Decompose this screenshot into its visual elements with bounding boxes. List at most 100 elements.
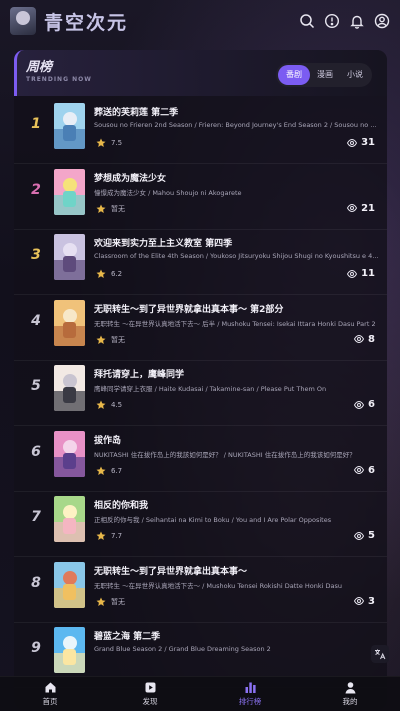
alternate-titles: 正相反的你与我 / Seihantai na Kimi to Boku / Yo… [94,516,332,524]
star-icon [96,531,106,540]
search-icon[interactable] [299,13,315,29]
rating-value: 6.7 [111,466,123,475]
tab-novel[interactable]: 小说 [340,65,370,85]
cover-image[interactable] [54,103,85,149]
star-icon [96,335,106,344]
rank-number: 6 [31,443,41,460]
translate-button[interactable] [371,645,389,663]
rating: 6.2 [96,269,122,279]
view-count: 5 [354,530,375,541]
eye-icon [354,531,365,540]
anime-title[interactable]: 碧蓝之海 第二季 [94,629,380,642]
view-count: 6 [354,465,375,476]
cover-image[interactable] [54,430,85,477]
eye-icon [347,269,358,278]
nav-ranking[interactable]: 排行榜 [220,681,280,707]
panel-title: 周榜 [26,60,53,75]
alternate-titles: 无职转生 ～在异世界认真地活下去～ 后半 / Mushoku Tensei: I… [94,319,376,328]
cover-image[interactable] [54,168,85,215]
profile-icon [345,682,355,694]
ranking-row[interactable]: 4 无职转生～到了异世界就拿出真本事～ 第2部分无职转生 ～在异世界认真地活下去～… [14,299,387,361]
nav-home[interactable]: 首页 [20,681,80,707]
alternate-titles: Grand Blue Season 2 / Grand Blue Dreamin… [94,645,271,653]
eye-icon [354,335,365,343]
app-title: 青空次元 [44,11,129,34]
anime-title[interactable]: 无职转生～到了异世界就拿出真本事～ 第2部分 [94,302,380,315]
star-icon [96,400,106,409]
rating: 暂无 [96,597,125,607]
bottom-nav: 首页 发现 排行榜 我的 [0,676,400,711]
rating-value: 6.2 [111,270,123,278]
eye-icon [347,138,358,147]
rank-number: 1 [31,116,41,132]
rating: 暂无 [96,335,125,345]
ranking-icon [245,682,256,693]
ranking-row[interactable]: 7 相反的你和我 正相反的你与我 / Seihantai na Kimi to Bo… [14,495,387,557]
ranking-row[interactable]: 8 无职转生～到了异世界就拿出真本事～ 无职转生 ～在异世界认真地活下去～ / Mu… [14,561,387,623]
rank-number: 5 [31,378,41,394]
tab-anime[interactable]: 番剧 [278,65,310,85]
nav-home-label: 首页 [42,697,58,706]
eye-icon [347,204,358,212]
eye-icon [354,400,365,409]
cover-image[interactable] [54,299,85,346]
anime-title[interactable]: 相反的你和我 [94,498,380,511]
panel-header: 周榜 TRENDING NOW 番剧 漫画 小说 [14,50,387,96]
rating-value: 暂无 [111,204,125,213]
view-count-value: 8 [368,333,375,345]
alternate-titles: 无职转生 ～在异世界认真地活下去～ / Mushoku Tensei Rokis… [94,581,343,590]
nav-discover-label: 发现 [142,697,158,706]
view-count: 3 [354,596,375,607]
nav-profile-label: 我的 [342,697,358,706]
rank-number: 4 [31,312,41,329]
cover-image[interactable] [54,234,85,280]
history-icon[interactable] [324,13,340,29]
home-icon [45,682,55,693]
ranking-row[interactable]: 3 欢迎来到实力至上主义教室 第四季 Classroom of the Elite … [14,233,387,295]
eye-icon [354,597,365,605]
view-count: 21 [347,203,375,214]
cover-image[interactable] [54,627,85,673]
star-icon [96,269,106,278]
rating-value: 暂无 [111,335,125,344]
anime-title[interactable]: 葬送的芙莉莲 第二季 [94,105,380,118]
ranking-row[interactable]: 1 葬送的芙莉莲 第二季 Sousou no Frieren 2nd Season … [14,102,387,164]
cover-image[interactable] [54,365,85,411]
anime-title[interactable]: 欢迎来到实力至上主义教室 第四季 [94,236,380,249]
rating: 4.5 [96,400,122,410]
category-tabs: 番剧 漫画 小说 [276,63,372,87]
star-icon [96,138,106,147]
star-icon [96,466,106,475]
view-count-value: 11 [361,268,375,279]
anime-title[interactable]: 拜托请穿上，鹰峰同学 [94,367,380,380]
view-count: 6 [354,399,375,410]
anime-title[interactable]: 梦想成为魔法少女 [94,171,380,184]
alternate-titles: NUKITASHI 住在拔作岛上的我該如何是好？ / NUKITASHI 住在拔… [94,450,356,459]
star-icon [96,204,106,213]
panel-subtitle: TRENDING NOW [26,76,92,83]
ranking-row[interactable]: 2 梦想成为魔法少女 憧憬成为魔法少女 / Mahou Shoujo ni Akog… [14,168,387,230]
view-count: 8 [354,334,375,345]
anime-title[interactable]: 拔作岛 [94,433,380,446]
nav-profile[interactable]: 我的 [320,681,380,707]
nav-discover[interactable]: 发现 [120,681,180,707]
cover-image[interactable] [54,496,85,542]
app-header: 青空次元 [0,0,400,42]
anime-title[interactable]: 无职转生～到了异世界就拿出真本事～ [94,564,380,577]
cover-image[interactable] [54,561,85,608]
app-logo [10,7,36,35]
tab-manga[interactable]: 漫画 [310,65,340,85]
rating-value: 4.5 [111,401,123,409]
view-count-value: 3 [368,595,375,607]
ranking-row[interactable]: 5 拜托请穿上，鹰峰同学 鹰峰同学请穿上衣服 / Haite Kudasai / T… [14,364,387,426]
view-count-value: 6 [368,399,375,410]
rating-value: 7.7 [111,532,123,540]
bell-icon[interactable] [349,13,365,29]
ranking-row[interactable]: 6 拔作岛 NUKITASHI 住在拔作岛上的我該如何是好？ / NUKITASHI… [14,430,387,492]
eye-icon [354,466,365,474]
user-icon[interactable] [374,13,390,29]
rank-number: 2 [31,181,41,198]
rating: 7.7 [96,531,122,541]
rank-number: 3 [31,247,41,263]
view-count: 11 [347,268,375,279]
